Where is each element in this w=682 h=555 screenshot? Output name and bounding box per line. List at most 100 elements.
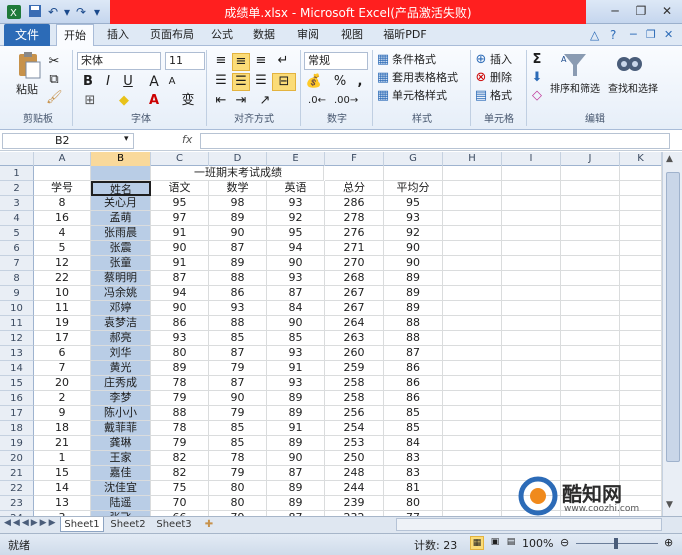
- cell[interactable]: [620, 211, 662, 226]
- font-name-select[interactable]: 宋体: [77, 52, 161, 70]
- table-cell[interactable]: 256: [325, 406, 384, 421]
- normal-view-icon[interactable]: ▦: [470, 536, 484, 550]
- help-icon[interactable]: ?: [610, 28, 616, 42]
- column-header-g[interactable]: G: [384, 152, 443, 166]
- table-cell[interactable]: 87: [209, 346, 267, 361]
- row-header[interactable]: 5: [0, 226, 34, 241]
- table-cell[interactable]: 20: [34, 376, 91, 391]
- cut-icon[interactable]: ✂: [46, 54, 62, 70]
- row-header[interactable]: 10: [0, 301, 34, 316]
- cell[interactable]: [561, 451, 620, 466]
- cell[interactable]: [502, 421, 561, 436]
- cell[interactable]: [561, 406, 620, 421]
- wrap-text-icon[interactable]: ↵: [274, 53, 292, 69]
- table-cell[interactable]: 80: [384, 496, 443, 511]
- table-cell[interactable]: 95: [151, 196, 209, 211]
- cell[interactable]: [620, 226, 662, 241]
- cell[interactable]: [34, 166, 91, 181]
- cell[interactable]: [502, 406, 561, 421]
- currency-icon[interactable]: 💰: [304, 74, 324, 90]
- cell[interactable]: [502, 226, 561, 241]
- table-cell[interactable]: 85: [267, 331, 325, 346]
- header-cell[interactable]: 总分: [325, 181, 384, 196]
- table-cell[interactable]: 89: [267, 496, 325, 511]
- cell[interactable]: [502, 391, 561, 406]
- table-cell[interactable]: 250: [325, 451, 384, 466]
- cell[interactable]: [443, 376, 502, 391]
- table-cell[interactable]: 93: [267, 376, 325, 391]
- zoom-in-icon[interactable]: ⊕: [664, 536, 673, 549]
- row-header[interactable]: 20: [0, 451, 34, 466]
- row-header[interactable]: 19: [0, 436, 34, 451]
- cell[interactable]: [620, 256, 662, 271]
- table-cell[interactable]: 14: [34, 481, 91, 496]
- cell[interactable]: [620, 196, 662, 211]
- format-cells-icon[interactable]: ▤: [474, 88, 488, 104]
- align-bottom-icon[interactable]: ≡: [252, 53, 270, 69]
- cell[interactable]: [443, 436, 502, 451]
- table-cell[interactable]: 254: [325, 421, 384, 436]
- table-cell[interactable]: 18: [34, 421, 91, 436]
- table-cell[interactable]: 90: [209, 226, 267, 241]
- table-cell[interactable]: 253: [325, 436, 384, 451]
- insert-function-icon[interactable]: fx: [182, 133, 192, 146]
- increase-indent-icon[interactable]: ⇥: [232, 93, 250, 109]
- cell[interactable]: [502, 346, 561, 361]
- scroll-up-icon[interactable]: ▲: [666, 154, 673, 164]
- vertical-scrollbar[interactable]: ▲ ▼: [662, 152, 682, 516]
- cell[interactable]: [443, 256, 502, 271]
- cell[interactable]: [502, 361, 561, 376]
- cell[interactable]: [561, 436, 620, 451]
- row-header[interactable]: 18: [0, 421, 34, 436]
- table-cell[interactable]: 89: [209, 256, 267, 271]
- cell[interactable]: [443, 481, 502, 496]
- table-cell[interactable]: 刘华: [91, 346, 151, 361]
- sheet-tab-sheet3[interactable]: Sheet3: [152, 517, 196, 532]
- borders-icon[interactable]: ⊞: [80, 93, 100, 109]
- table-cell[interactable]: 98: [209, 196, 267, 211]
- table-cell[interactable]: 78: [151, 421, 209, 436]
- column-header-i[interactable]: I: [502, 152, 561, 166]
- table-cell[interactable]: 7: [34, 361, 91, 376]
- table-cell[interactable]: 8: [34, 196, 91, 211]
- table-cell[interactable]: 89: [267, 391, 325, 406]
- table-cell[interactable]: 88: [384, 331, 443, 346]
- table-cell[interactable]: 5: [34, 241, 91, 256]
- row-header[interactable]: 2: [0, 181, 34, 196]
- table-cell[interactable]: 嘉佳: [91, 466, 151, 481]
- table-cell[interactable]: 蔡明明: [91, 271, 151, 286]
- column-header-f[interactable]: F: [325, 152, 384, 166]
- customize-qat-icon[interactable]: ▾: [94, 4, 100, 20]
- cell[interactable]: [620, 436, 662, 451]
- table-cell[interactable]: 260: [325, 346, 384, 361]
- table-cell[interactable]: 93: [151, 331, 209, 346]
- table-cell[interactable]: 2: [34, 391, 91, 406]
- decrease-indent-icon[interactable]: ⇤: [212, 93, 230, 109]
- row-header[interactable]: 7: [0, 256, 34, 271]
- table-cell[interactable]: 258: [325, 391, 384, 406]
- table-cell[interactable]: 90: [384, 241, 443, 256]
- column-header-d[interactable]: D: [209, 152, 267, 166]
- table-cell[interactable]: 91: [267, 361, 325, 376]
- cell[interactable]: [620, 166, 662, 181]
- cell[interactable]: [502, 211, 561, 226]
- table-cell[interactable]: 87: [209, 376, 267, 391]
- cell[interactable]: [91, 166, 151, 181]
- cell[interactable]: [561, 391, 620, 406]
- workbook-minimize-icon[interactable]: ─: [630, 28, 637, 41]
- table-cell[interactable]: 15: [34, 466, 91, 481]
- conditional-format-button[interactable]: 条件格式: [392, 52, 436, 68]
- table-cell[interactable]: 87: [267, 466, 325, 481]
- table-cell[interactable]: 248: [325, 466, 384, 481]
- fill-icon[interactable]: ⬇: [530, 70, 544, 86]
- table-cell[interactable]: 82: [151, 451, 209, 466]
- table-cell[interactable]: 85: [384, 406, 443, 421]
- paste-button[interactable]: 粘贴: [16, 82, 38, 98]
- tab-data[interactable]: 数据: [246, 24, 282, 46]
- table-cell[interactable]: 李梦: [91, 391, 151, 406]
- table-cell[interactable]: 孟萌: [91, 211, 151, 226]
- table-cell[interactable]: 龚琳: [91, 436, 151, 451]
- insert-cells-icon[interactable]: ⊕: [474, 52, 488, 68]
- table-cell[interactable]: 271: [325, 241, 384, 256]
- table-cell[interactable]: 89: [384, 301, 443, 316]
